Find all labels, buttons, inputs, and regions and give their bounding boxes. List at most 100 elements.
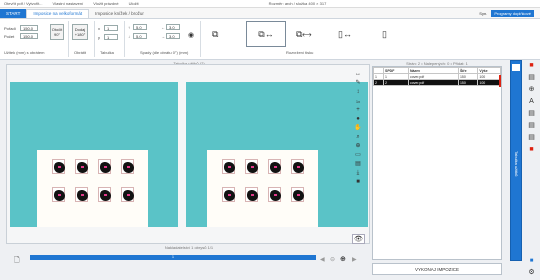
group-label-table: Tabulka xyxy=(100,50,114,55)
imposed-page[interactable] xyxy=(98,159,111,174)
panel-toggle-icon[interactable] xyxy=(512,64,520,71)
rotate-90-button[interactable]: Otočit 90° xyxy=(50,24,64,40)
calendar-icon[interactable]: ▤ xyxy=(352,160,364,169)
fit-width-icon[interactable]: ↔ xyxy=(352,70,364,79)
download-icon[interactable]: ⤓ xyxy=(352,169,364,178)
imposed-page[interactable] xyxy=(222,159,235,174)
add-180-button[interactable]: Dodaj +180° xyxy=(72,24,88,40)
imposed-page[interactable] xyxy=(245,187,258,202)
barcode-icon[interactable]: ▤ xyxy=(526,132,537,143)
add-circle-icon[interactable]: ⊕ xyxy=(340,255,346,263)
page-artwork xyxy=(224,162,235,173)
zoom-1x-icon[interactable]: 1x xyxy=(352,97,364,106)
block-icon[interactable]: ■ xyxy=(352,178,364,187)
layout-icon-4[interactable]: ▯↔ xyxy=(338,29,352,40)
page-artwork xyxy=(270,162,281,173)
eye-toggle-icon[interactable]: 👁 xyxy=(352,234,365,244)
crosshair-icon[interactable]: ⊕ xyxy=(526,84,537,95)
tab-start[interactable]: START xyxy=(0,8,27,18)
hand-icon[interactable]: ✋ xyxy=(352,124,364,133)
imposed-page[interactable] xyxy=(52,159,65,174)
bleed-bottom-input[interactable]: 5.0 xyxy=(133,33,147,39)
table-controls: x1 y1 xyxy=(98,25,118,40)
eye-icon[interactable]: ◉ xyxy=(188,31,194,39)
toggle-icon[interactable]: ■ xyxy=(526,256,537,267)
layout-icon-3[interactable]: ⧉⟷ xyxy=(296,29,311,40)
page-artwork xyxy=(224,190,235,201)
page-artwork xyxy=(123,162,134,173)
tab-imposition-booklets[interactable]: Imposice knížek / brožur xyxy=(89,9,150,18)
canvas-gap xyxy=(178,82,186,227)
page-artwork xyxy=(247,190,258,201)
target-icon[interactable]: ⊕ xyxy=(352,142,364,151)
vertical-panel-bar[interactable]: Tabulka užitků xyxy=(510,60,522,261)
imposed-page[interactable] xyxy=(121,187,134,202)
menu-item-save[interactable]: Uložit xyxy=(129,1,139,6)
imposed-page[interactable] xyxy=(75,187,88,202)
dot-icon[interactable]: ● xyxy=(352,115,364,124)
red-square-icon[interactable]: ■ xyxy=(526,60,537,71)
bleed-right-input[interactable]: 3.0 xyxy=(166,33,180,39)
group-label-usage: Užitek (mm) s obrátem xyxy=(4,50,45,55)
addons-button[interactable]: Programy doplňkové xyxy=(491,9,534,17)
imposition-canvas[interactable] xyxy=(10,82,368,227)
fit-height-icon[interactable]: ↕ xyxy=(352,88,364,97)
color-bar-icon[interactable]: ■ xyxy=(526,144,537,155)
table-cols-input[interactable]: 1 xyxy=(104,25,118,31)
next-icon[interactable]: ▶ xyxy=(352,256,357,263)
bleed-top-input[interactable]: 5.0 xyxy=(133,24,147,30)
execute-imposition-button[interactable]: VYKONAJ IMPOZICE xyxy=(372,263,502,275)
divider xyxy=(200,21,201,57)
ribbon: Pořadí 150.0 Počet 150.0 Otočit 90° Užit… xyxy=(0,19,540,60)
layout-icon[interactable]: ▤ xyxy=(526,72,537,83)
pocet-input[interactable]: 150.0 xyxy=(20,33,38,39)
divider xyxy=(94,21,95,57)
zoom-icon[interactable]: ⌕ xyxy=(352,133,364,142)
poradi-input[interactable]: 150.0 xyxy=(20,25,38,31)
group-label-bleed: Spady (dle obrátu 0°) (mm) xyxy=(140,50,189,55)
imposed-page[interactable] xyxy=(245,159,258,174)
page-artwork xyxy=(77,190,88,201)
marks-icon[interactable]: ▤ xyxy=(526,108,537,119)
imposed-page[interactable] xyxy=(222,187,235,202)
page-artwork xyxy=(54,162,65,173)
imposed-page[interactable] xyxy=(98,187,111,202)
ribbon-tabs: START Imposice na velkoformát Imposice k… xyxy=(0,8,540,19)
imposed-page[interactable] xyxy=(291,187,304,202)
imposed-page[interactable] xyxy=(291,159,304,174)
frame-icon[interactable]: ▭ xyxy=(352,151,364,160)
page-artwork xyxy=(293,162,304,173)
imposed-page[interactable] xyxy=(52,187,65,202)
imposed-page[interactable] xyxy=(75,159,88,174)
text-icon[interactable]: A xyxy=(526,96,537,107)
imposed-page[interactable] xyxy=(268,187,281,202)
layout-icon-5[interactable]: ▯ xyxy=(382,29,387,40)
page-artwork xyxy=(293,190,304,201)
document-icon[interactable]: 🗋 xyxy=(14,256,20,267)
prev-icon[interactable]: ◀ xyxy=(320,256,325,263)
layout-icon-2[interactable]: ⧉↔ xyxy=(246,21,286,47)
table-row[interactable]: 2 2 cover.pdf 150 100 xyxy=(373,79,501,86)
poradi-label: Pořadí xyxy=(4,25,16,31)
table-rows-input[interactable]: 1 xyxy=(104,34,118,40)
minus-icon[interactable]: ⊖ xyxy=(330,256,335,263)
side-toolbar: ■ ▤ ⊕ A ▤ ▤ ▤ ■ xyxy=(526,60,538,156)
menu-item-settings[interactable]: Vlastní nastavení xyxy=(53,1,84,6)
corners-icon[interactable]: ▤ xyxy=(526,120,537,131)
page-artwork xyxy=(123,190,134,201)
group-usage: Pořadí 150.0 Počet 150.0 xyxy=(4,25,38,39)
gear-icon[interactable]: ⚙ xyxy=(526,267,537,278)
selection-marker xyxy=(499,75,501,87)
edit-icon[interactable]: ✎ xyxy=(352,79,364,88)
tab-imposition-large[interactable]: Imposice na velkoformát xyxy=(26,8,90,18)
layout-icon-1[interactable]: ⧉ xyxy=(212,29,218,40)
plus-icon[interactable]: + xyxy=(352,106,364,115)
imposed-page[interactable] xyxy=(268,159,281,174)
vertical-panel-label: Tabulka užitků xyxy=(514,151,519,177)
menu-item-open[interactable]: Otevřít pdf / Vytvořit... xyxy=(4,1,43,6)
menu-item-insert[interactable]: Vložit prázdné xyxy=(93,1,118,6)
page-artwork xyxy=(100,190,111,201)
bleed-left-input[interactable]: 3.0 xyxy=(166,24,180,30)
group-label-layout: Rozvržení tisku xyxy=(286,50,314,55)
imposed-page[interactable] xyxy=(121,159,134,174)
